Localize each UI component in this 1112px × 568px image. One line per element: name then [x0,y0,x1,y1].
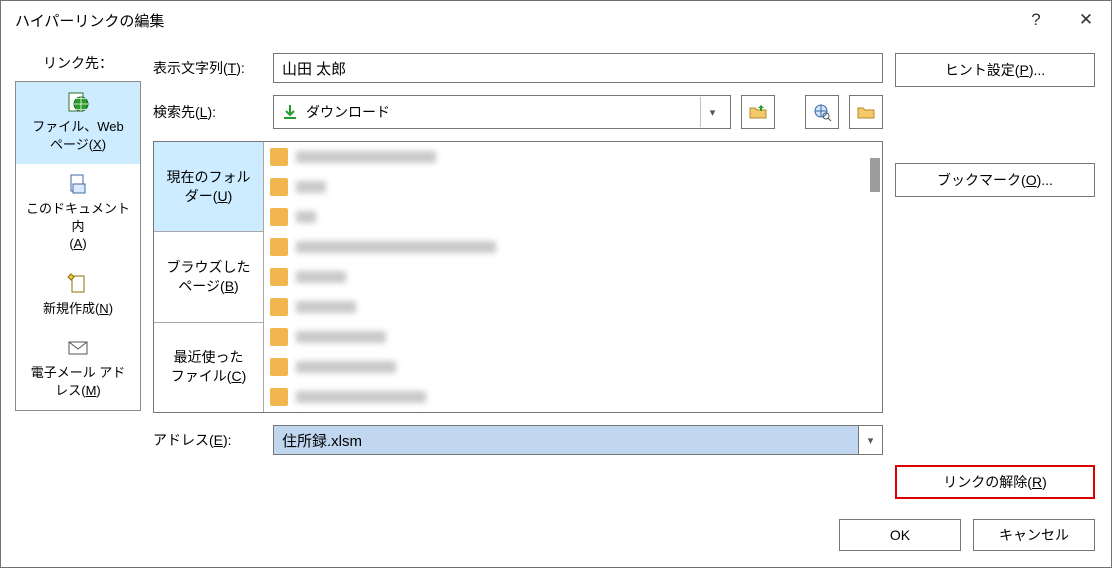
download-arrow-icon [282,104,298,120]
right-buttons-column: ヒント設定(P)... ブックマーク(O)... リンクの解除(R) [895,53,1095,499]
globe-page-icon [66,90,90,114]
link-to-file-web-label-1: ファイル、Web [32,119,124,134]
up-folder-button[interactable] [741,95,775,129]
address-combo[interactable]: ▾ [273,425,883,455]
tab-browsed-pages[interactable]: ブラウズした ページ(B) [154,232,263,322]
cancel-button[interactable]: キャンセル [973,519,1095,551]
address-row: アドレス(E): ▾ [153,425,883,455]
lookin-label: 検索先(L): [153,102,263,122]
remove-link-button[interactable]: リンクの解除(R) [895,465,1095,499]
new-document-icon [66,272,90,296]
help-button[interactable]: ? [1011,1,1061,39]
close-button[interactable]: ✕ [1061,1,1111,39]
chevron-down-icon: ▾ [700,97,724,127]
address-label: アドレス(E): [153,430,263,450]
link-to-email[interactable]: 電子メール アド レス(M) [16,328,140,410]
link-to-email-label-1: 電子メール アド [31,365,126,380]
email-icon [66,336,90,360]
lookin-value: ダウンロード [306,102,692,122]
dialog-title: ハイパーリンクの編集 [15,10,1011,31]
address-input[interactable] [274,426,858,454]
browse-file-button[interactable] [849,95,883,129]
display-text-row: 表示文字列(T): [153,53,883,83]
chevron-down-icon: ▾ [868,434,874,447]
ok-button[interactable]: OK [839,519,961,551]
dialog-edit-hyperlink: ハイパーリンクの編集 ? ✕ リンク先： ファイル、Web ページ(X) このド… [0,0,1112,568]
link-to-label: リンク先： [43,53,113,73]
browse-area: 現在のフォル ダー(U) ブラウズした ページ(B) 最近使った フ [153,141,883,413]
link-to-this-document[interactable]: このドキュメント内 (A) [16,164,140,264]
display-text-input[interactable] [273,53,883,83]
tab-recent-files[interactable]: 最近使った ファイル(C) [154,323,263,412]
main-panel: 表示文字列(T): 検索先(L): ダウンロード ▾ [153,53,883,499]
folder-open-icon [856,102,876,122]
browse-tabs: 現在のフォル ダー(U) ブラウズした ページ(B) 最近使った フ [154,142,264,412]
link-to-file-web[interactable]: ファイル、Web ページ(X) [16,82,140,164]
link-to-new-document[interactable]: 新規作成(N) [16,264,140,329]
screentip-button[interactable]: ヒント設定(P)... [895,53,1095,87]
lookin-row: 検索先(L): ダウンロード ▾ [153,95,883,129]
display-text-label: 表示文字列(T): [153,58,263,78]
help-icon: ? [1031,10,1040,30]
bookmark-button[interactable]: ブックマーク(O)... [895,163,1095,197]
lookin-dropdown[interactable]: ダウンロード ▾ [273,95,731,129]
folder-up-icon [748,102,768,122]
browse-web-button[interactable] [805,95,839,129]
close-icon: ✕ [1079,10,1093,30]
link-to-this-document-label-1: このドキュメント内 [26,201,130,234]
scrollbar-thumb[interactable] [870,158,880,192]
file-list[interactable] [264,142,882,412]
titlebar: ハイパーリンクの編集 ? ✕ [1,1,1111,39]
link-to-column: リンク先： ファイル、Web ページ(X) このドキュメント内 (A) [15,53,141,499]
dialog-footer: OK キャンセル [1,513,1111,567]
document-icon [66,172,90,196]
web-search-icon [812,102,832,122]
tab-current-folder[interactable]: 現在のフォル ダー(U) [154,142,263,232]
link-to-list: ファイル、Web ページ(X) このドキュメント内 (A) 新規作成(N) [15,81,141,411]
address-dropdown-button[interactable]: ▾ [858,426,882,454]
